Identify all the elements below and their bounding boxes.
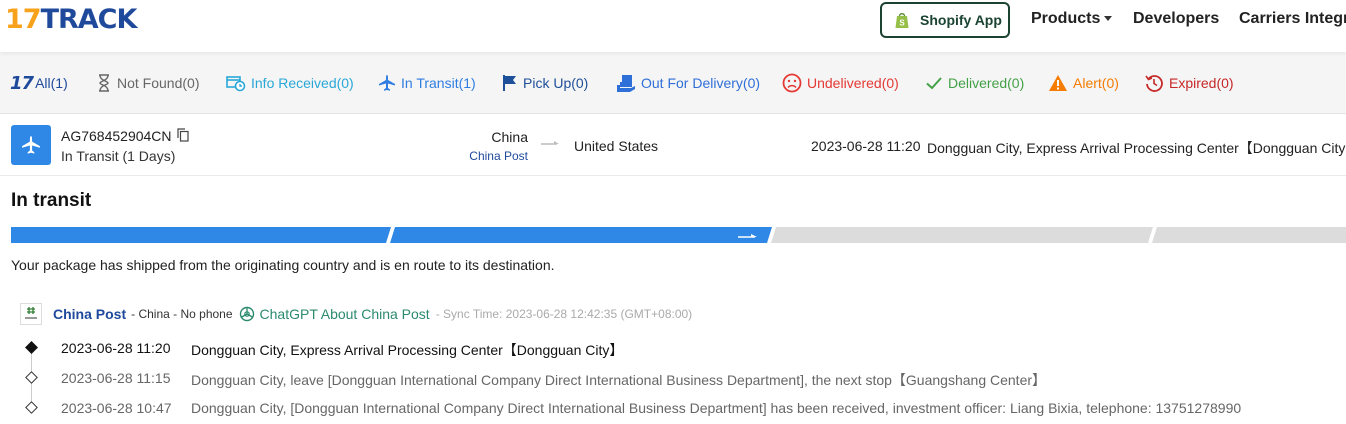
17track-logo[interactable]: 17TRACK xyxy=(5,4,138,35)
arrow-right-icon xyxy=(541,141,559,145)
progress-segment-1 xyxy=(11,227,391,243)
tab-all-label: All(1) xyxy=(35,75,68,91)
delivery-icon xyxy=(617,75,635,92)
tab-expired[interactable]: Expired(0) xyxy=(1144,72,1234,94)
nav-carriers-integration[interactable]: Carriers Integr xyxy=(1239,10,1346,28)
chatgpt-label: ChatGPT About China Post xyxy=(259,306,430,322)
chatgpt-about-carrier-link[interactable]: ChatGPT About China Post xyxy=(239,306,430,322)
sad-face-icon xyxy=(782,73,802,93)
chevron-down-icon xyxy=(1104,16,1113,22)
tab-info-received[interactable]: Info Received(0) xyxy=(226,72,354,94)
tab-all[interactable]: 17 All(1) xyxy=(10,72,68,94)
tab-pick-up[interactable]: Pick Up(0) xyxy=(502,72,588,94)
shipment-summary-row[interactable]: AG768452904CN In Transit (1 Days) China … xyxy=(0,115,1346,176)
timeline-event: 2023-06-28 11:20 Dongguan City, Express … xyxy=(0,336,1346,360)
airplane-icon xyxy=(379,75,395,91)
nav-products-label: Products xyxy=(1031,10,1101,27)
diamond-outline-icon xyxy=(25,401,38,414)
tracking-number: AG768452904CN xyxy=(61,128,172,144)
origin-carrier-link[interactable]: China Post xyxy=(440,149,528,163)
destination-country: United States xyxy=(574,138,659,154)
diamond-outline-icon xyxy=(25,371,38,384)
airplane-icon xyxy=(22,136,40,154)
event-time: 2023-06-28 11:20 xyxy=(61,340,171,356)
checkmark-icon xyxy=(926,77,942,90)
tab-alert[interactable]: Alert(0) xyxy=(1048,72,1119,94)
progress-segment-3 xyxy=(771,227,1153,243)
tab-in-transit[interactable]: In Transit(1) xyxy=(378,72,476,94)
history-clock-icon xyxy=(1145,75,1163,92)
event-text: Dongguan City, Express Arrival Processin… xyxy=(191,342,624,358)
event-time: 2023-06-28 10:47 xyxy=(61,400,172,416)
shopify-app-button[interactable]: S Shopify App xyxy=(880,2,1010,38)
progress-segment-4 xyxy=(1152,227,1346,243)
sync-time: - Sync Time: 2023-06-28 12:42:35 (GMT+08… xyxy=(435,307,693,321)
event-time: 2023-06-28 11:15 xyxy=(61,370,171,386)
tab-undelivered-label: Undelivered(0) xyxy=(807,75,899,91)
logo-17: 17 xyxy=(5,4,42,35)
tab-alert-label: Alert(0) xyxy=(1073,75,1119,91)
latest-event-time: 2023-06-28 11:20 xyxy=(811,138,921,154)
shipment-status: In Transit (1 Days) xyxy=(61,148,176,164)
status-filter-tabs: 17 All(1) Not Found(0) Info Received(0) … xyxy=(0,52,1346,114)
shopify-bag-icon: S xyxy=(895,13,909,28)
shopify-app-label: Shopify App xyxy=(920,12,1002,28)
hourglass-icon xyxy=(99,74,109,92)
tab-out-for-delivery-label: Out For Delivery(0) xyxy=(641,75,761,91)
nav-products[interactable]: Products xyxy=(1031,10,1113,28)
event-text: Dongguan City, leave [Dongguan Internati… xyxy=(191,372,1047,388)
latest-event-text: Dongguan City, Express Arrival Processin… xyxy=(927,140,1346,156)
carrier-info-row: China Post - China - No phone ChatGPT Ab… xyxy=(20,303,692,325)
warning-triangle-icon xyxy=(1049,75,1067,91)
flag-icon xyxy=(503,75,516,91)
svg-text:S: S xyxy=(899,19,905,28)
tab-expired-label: Expired(0) xyxy=(1169,75,1234,91)
carrier-name-link[interactable]: China Post xyxy=(53,306,126,322)
logo-track: TRACK xyxy=(40,4,138,35)
tab-out-for-delivery[interactable]: Out For Delivery(0) xyxy=(616,72,760,94)
carrier-meta: - China - No phone xyxy=(131,307,233,321)
china-post-logo xyxy=(20,303,42,325)
in-transit-status-badge xyxy=(11,125,51,165)
diamond-filled-icon xyxy=(25,341,38,354)
status-progress-bar xyxy=(11,227,1346,243)
all-icon: 17 xyxy=(10,72,34,94)
tab-not-found-label: Not Found(0) xyxy=(117,75,200,91)
status-description: Your package has shipped from the origin… xyxy=(11,257,555,273)
copy-icon[interactable] xyxy=(177,128,189,142)
tab-pick-up-label: Pick Up(0) xyxy=(523,75,589,91)
event-text: Dongguan City, [Dongguan International C… xyxy=(191,400,1242,416)
tab-delivered-label: Delivered(0) xyxy=(948,75,1025,91)
tab-not-found[interactable]: Not Found(0) xyxy=(96,72,199,94)
tab-in-transit-label: In Transit(1) xyxy=(401,75,476,91)
info-received-icon xyxy=(226,76,246,92)
timeline-event: 2023-06-28 11:15 Dongguan City, leave [D… xyxy=(0,366,1346,390)
nav-developers[interactable]: Developers xyxy=(1133,10,1219,28)
origin-country: China xyxy=(491,129,528,145)
timeline-event: 2023-06-28 10:47 Dongguan City, [Donggua… xyxy=(0,396,1346,420)
tab-info-received-label: Info Received(0) xyxy=(251,75,354,91)
status-title: In transit xyxy=(11,190,92,211)
chatgpt-icon xyxy=(239,306,254,322)
tab-delivered[interactable]: Delivered(0) xyxy=(925,72,1024,94)
progress-segment-2 xyxy=(390,227,772,243)
top-header: 17TRACK S Shopify App Products Developer… xyxy=(0,0,1346,52)
tab-undelivered[interactable]: Undelivered(0) xyxy=(782,72,899,94)
